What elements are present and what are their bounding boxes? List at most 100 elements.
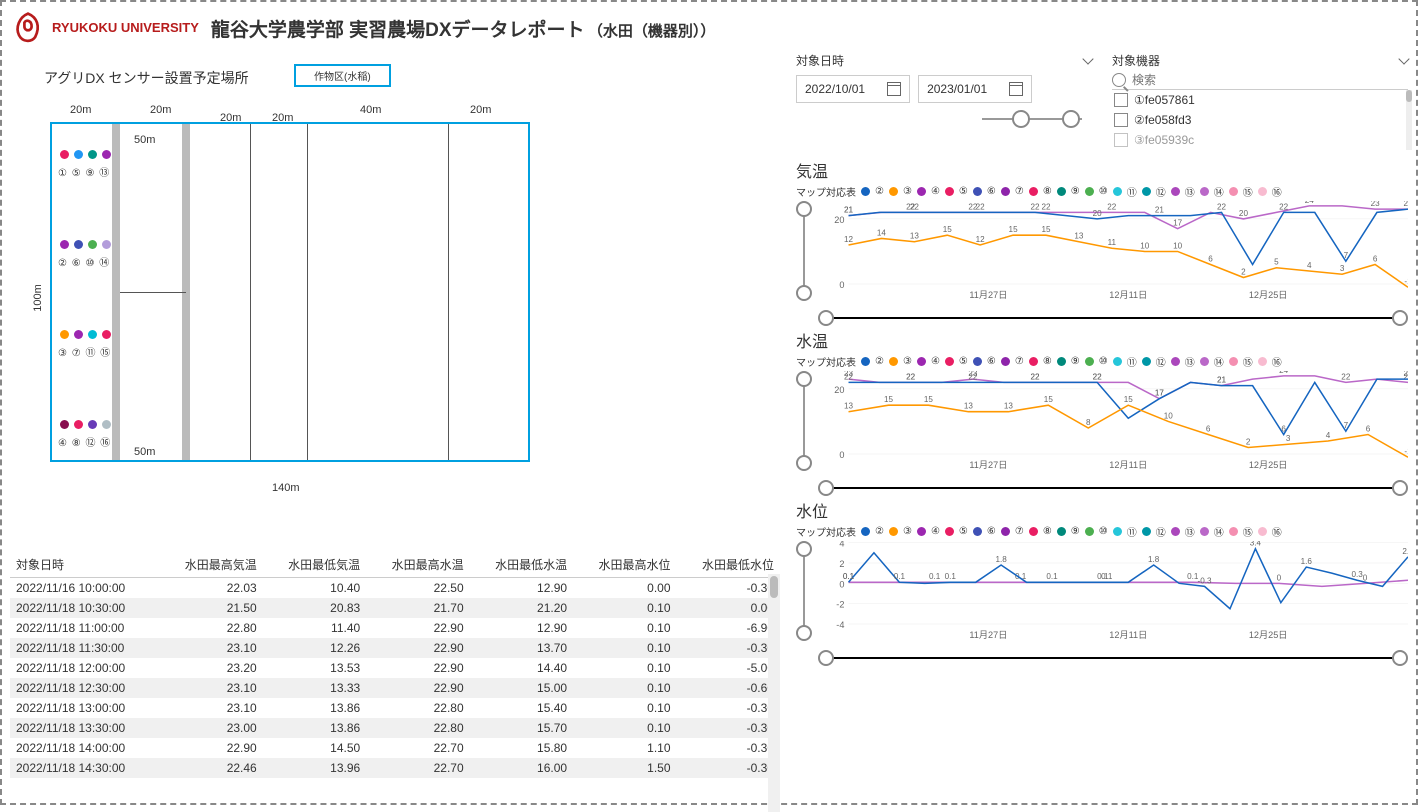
legend-dot bbox=[917, 357, 926, 366]
svg-text:0: 0 bbox=[1277, 573, 1282, 582]
svg-text:-1: -1 bbox=[1404, 447, 1408, 456]
chart-title: 水位 bbox=[796, 498, 1408, 522]
table-row[interactable]: 2022/11/18 12:30:0023.1013.3322.9015.000… bbox=[10, 678, 780, 698]
table-row[interactable]: 2022/11/18 12:00:0023.2013.5322.9014.400… bbox=[10, 658, 780, 678]
chart-area[interactable]: -4-202411月27日12月11日12月25日0.10.10.10.10.1… bbox=[818, 541, 1408, 646]
device-checkbox-item[interactable]: ②fe058fd3 bbox=[1112, 110, 1408, 130]
table-row[interactable]: 2022/11/18 13:30:0023.0013.8622.8015.700… bbox=[10, 718, 780, 738]
sensor-dot bbox=[102, 420, 111, 429]
svg-text:0.1: 0.1 bbox=[1046, 572, 1058, 581]
chevron-down-icon[interactable] bbox=[1082, 53, 1093, 64]
x-range-slider[interactable] bbox=[818, 480, 1408, 496]
table-row[interactable]: 2022/11/18 10:30:0021.5020.8321.7021.200… bbox=[10, 598, 780, 618]
table-row[interactable]: 2022/11/16 10:00:0022.0310.4022.5012.900… bbox=[10, 578, 780, 599]
chart-title: 気温 bbox=[796, 158, 1408, 182]
legend-dot bbox=[1200, 187, 1209, 196]
chart-area[interactable]: 02011月27日12月11日12月25日2322232222172124222… bbox=[818, 371, 1408, 476]
chevron-down-icon[interactable] bbox=[1398, 53, 1409, 64]
svg-text:0: 0 bbox=[1363, 573, 1368, 582]
svg-text:22: 22 bbox=[968, 202, 978, 211]
svg-text:2: 2 bbox=[1246, 437, 1251, 446]
sensor-row bbox=[60, 420, 111, 429]
crop-legend: 作物区(水稲) bbox=[294, 64, 391, 87]
y-range-slider[interactable] bbox=[796, 541, 812, 641]
x-range-slider[interactable] bbox=[818, 650, 1408, 666]
legend-dot bbox=[1085, 357, 1094, 366]
sensor-dot bbox=[102, 330, 111, 339]
svg-text:-4: -4 bbox=[836, 620, 844, 630]
table-row[interactable]: 2022/11/18 14:00:0022.9014.5022.7015.801… bbox=[10, 738, 780, 758]
table-row[interactable]: 2022/11/18 14:30:0022.4613.9622.7016.001… bbox=[10, 758, 780, 778]
search-input[interactable] bbox=[1132, 73, 1408, 87]
device-search[interactable] bbox=[1112, 71, 1408, 90]
svg-text:12月11日: 12月11日 bbox=[1109, 290, 1147, 300]
dim-label: 140m bbox=[272, 482, 300, 494]
device-checkbox-item[interactable]: ③fe05939c bbox=[1112, 130, 1408, 150]
table-header[interactable]: 水田最低気温 bbox=[263, 552, 366, 578]
svg-text:0.1: 0.1 bbox=[843, 572, 855, 581]
checkbox[interactable] bbox=[1114, 93, 1128, 107]
legend-dot bbox=[1029, 187, 1038, 196]
legend-dot bbox=[1001, 187, 1010, 196]
svg-text:1.6: 1.6 bbox=[1301, 557, 1313, 566]
table-row[interactable]: 2022/11/18 11:30:0023.1012.2622.9013.700… bbox=[10, 638, 780, 658]
svg-text:-1: -1 bbox=[1404, 277, 1408, 286]
svg-text:6: 6 bbox=[1206, 424, 1211, 433]
svg-text:5: 5 bbox=[1274, 258, 1279, 267]
svg-text:15: 15 bbox=[884, 395, 894, 404]
date-from-input[interactable]: 2022/10/01 bbox=[796, 75, 910, 103]
checkbox[interactable] bbox=[1114, 113, 1128, 127]
svg-text:7: 7 bbox=[1344, 421, 1349, 430]
date-range-slider[interactable] bbox=[982, 109, 1082, 129]
svg-text:22: 22 bbox=[906, 372, 916, 381]
header: RYUKOKU UNIVERSITY 龍谷大学農学部 実習農場DXデータレポート… bbox=[10, 10, 1408, 46]
table-header[interactable]: 水田最高気温 bbox=[159, 552, 262, 578]
table-scrollbar[interactable] bbox=[768, 574, 780, 812]
svg-text:12月25日: 12月25日 bbox=[1249, 290, 1288, 300]
legend-dot bbox=[1113, 357, 1122, 366]
svg-text:12月25日: 12月25日 bbox=[1249, 460, 1288, 470]
x-range-slider[interactable] bbox=[818, 310, 1408, 326]
chart-area[interactable]: 02011月27日12月11日12月25日2122222222172024232… bbox=[818, 201, 1408, 306]
logo-text: RYUKOKU UNIVERSITY bbox=[52, 21, 199, 35]
svg-text:22: 22 bbox=[1279, 202, 1289, 211]
legend-dot bbox=[1200, 527, 1209, 536]
legend-dot bbox=[1171, 357, 1180, 366]
svg-text:17: 17 bbox=[1155, 389, 1165, 398]
chart-legend: マップ対応表②③④⑤⑥⑦⑧⑨⑩⑪⑫⑬⑭⑮⑯ bbox=[796, 524, 1408, 539]
svg-text:13: 13 bbox=[964, 402, 974, 411]
sensor-dot bbox=[60, 330, 69, 339]
table-header[interactable]: 対象日時 bbox=[10, 552, 159, 578]
device-checkbox-item[interactable]: ①fe057861 bbox=[1112, 90, 1408, 110]
table-header[interactable]: 水田最低水位 bbox=[677, 552, 780, 578]
device-list-scrollbar[interactable] bbox=[1406, 90, 1412, 150]
legend-dot bbox=[1171, 527, 1180, 536]
svg-text:15: 15 bbox=[943, 225, 953, 234]
svg-text:6: 6 bbox=[1373, 254, 1378, 263]
svg-text:12月25日: 12月25日 bbox=[1249, 630, 1288, 640]
table-header[interactable]: 水田最低水温 bbox=[470, 552, 573, 578]
legend-dot bbox=[973, 187, 982, 196]
legend-dot bbox=[945, 187, 954, 196]
dim-label: 20m bbox=[470, 104, 491, 116]
table-header[interactable]: 水田最高水位 bbox=[573, 552, 676, 578]
field-outline bbox=[50, 122, 530, 462]
legend-dot bbox=[973, 357, 982, 366]
y-range-slider[interactable] bbox=[796, 371, 812, 471]
search-icon bbox=[1112, 73, 1126, 87]
logo: RYUKOKU UNIVERSITY bbox=[10, 10, 199, 46]
table-row[interactable]: 2022/11/18 13:00:0023.1013.8622.8015.400… bbox=[10, 698, 780, 718]
date-to-input[interactable]: 2023/01/01 bbox=[918, 75, 1032, 103]
table-row[interactable]: 2022/11/18 11:00:0022.8011.4022.9012.900… bbox=[10, 618, 780, 638]
y-range-slider[interactable] bbox=[796, 201, 812, 301]
svg-text:22: 22 bbox=[844, 372, 854, 381]
chart-title: 水温 bbox=[796, 328, 1408, 352]
svg-text:20: 20 bbox=[834, 385, 844, 395]
table-header[interactable]: 水田最高水温 bbox=[366, 552, 469, 578]
svg-text:13: 13 bbox=[844, 402, 854, 411]
legend-dot bbox=[1085, 187, 1094, 196]
svg-text:15: 15 bbox=[1124, 395, 1134, 404]
checkbox[interactable] bbox=[1114, 133, 1128, 147]
data-table: 対象日時水田最高気温水田最低気温水田最高水温水田最低水温水田最高水位水田最低水位… bbox=[10, 552, 780, 812]
svg-text:4: 4 bbox=[839, 541, 844, 549]
